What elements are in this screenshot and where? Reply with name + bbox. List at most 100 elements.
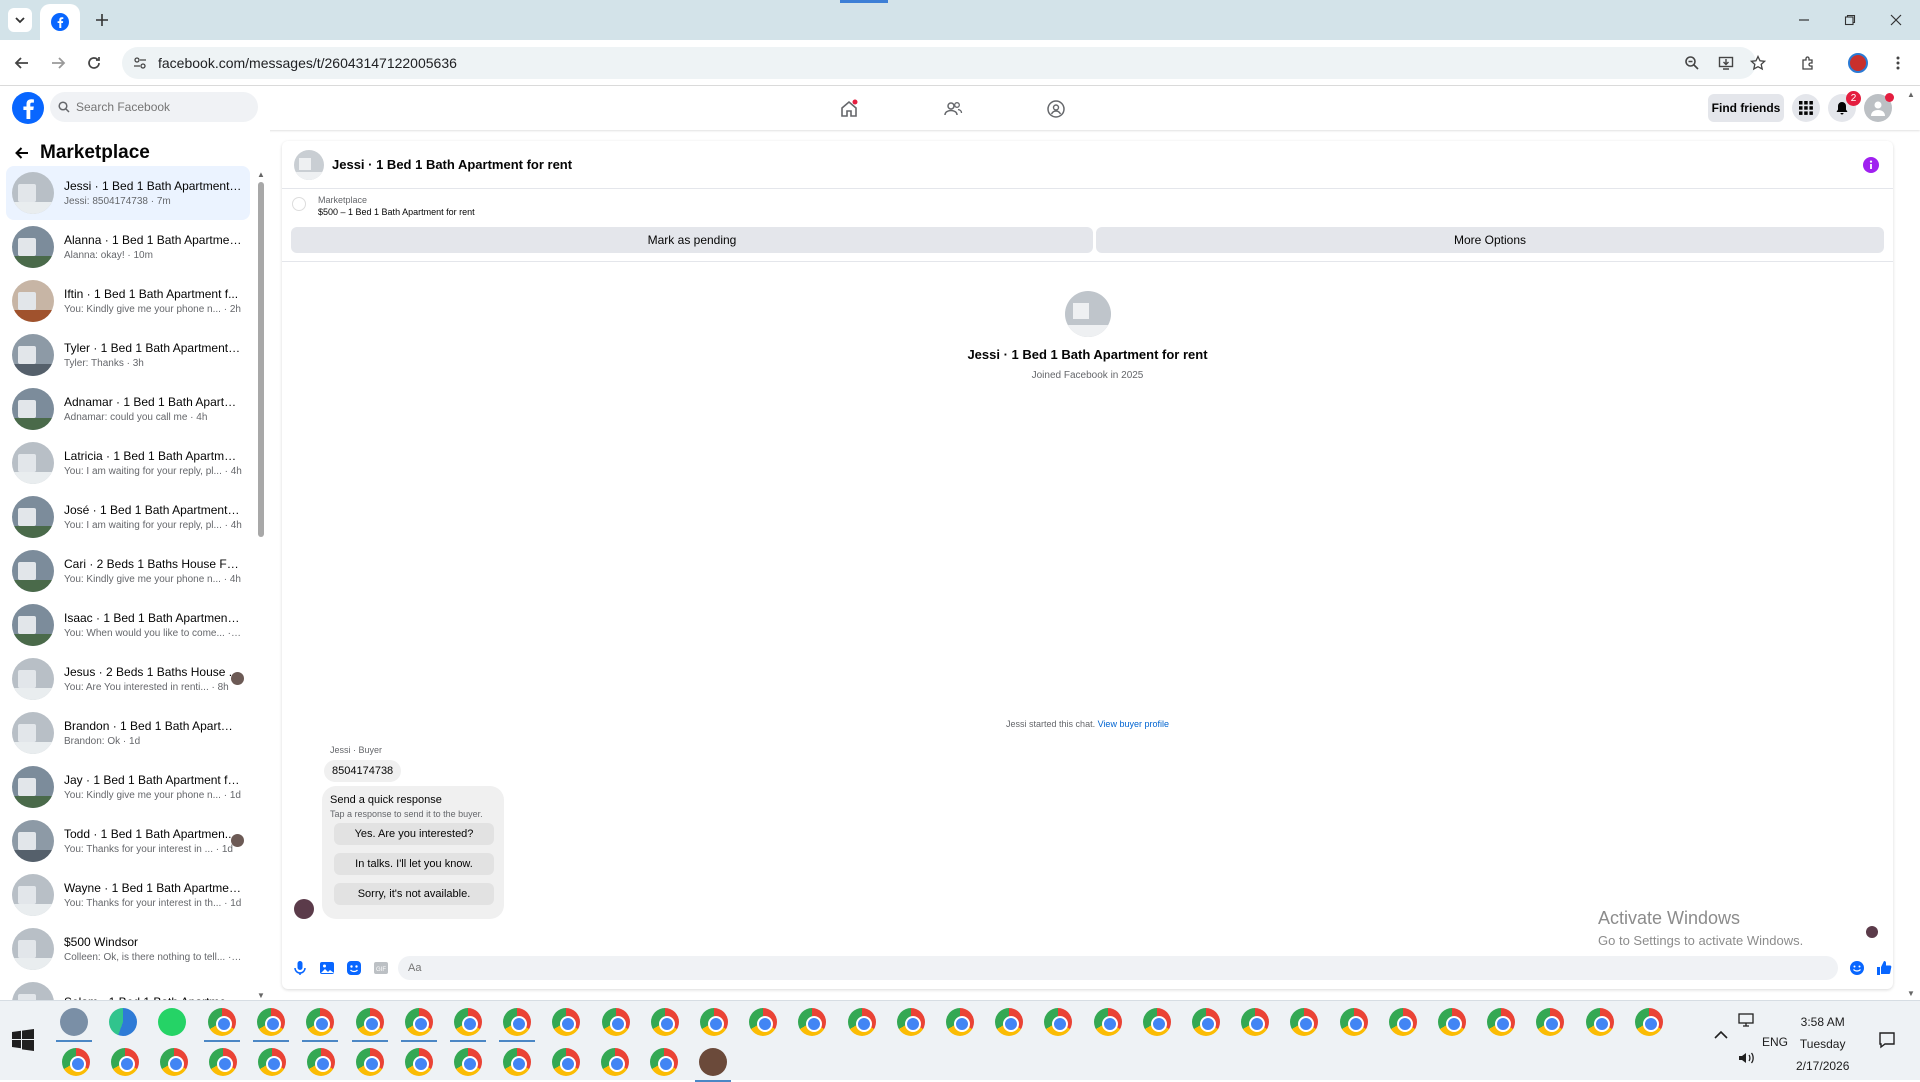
- close-window-button[interactable]: [1882, 6, 1910, 34]
- chrome-icon[interactable]: [503, 1048, 531, 1076]
- chrome-icon[interactable]: [946, 1008, 974, 1036]
- chrome-icon[interactable]: [62, 1048, 90, 1076]
- back-button[interactable]: [8, 49, 36, 77]
- chat-title[interactable]: Jessi · 1 Bed 1 Bath Apartment for rent: [332, 157, 572, 172]
- chrome-icon[interactable]: [1586, 1008, 1614, 1036]
- language-indicator[interactable]: ENG: [1762, 1035, 1788, 1049]
- conversation-item[interactable]: Jay · 1 Bed 1 Bath Apartment fo... You: K…: [6, 760, 250, 814]
- chrome-icon[interactable]: [356, 1048, 384, 1076]
- facebook-logo-icon[interactable]: [12, 92, 44, 124]
- windows-start-icon[interactable]: [12, 1029, 34, 1051]
- conversation-item[interactable]: Alanna · 1 Bed 1 Bath Apartmen... Alanna:…: [6, 220, 250, 274]
- url-text[interactable]: facebook.com/messages/t/2604314712200563…: [158, 55, 457, 71]
- conversation-item[interactable]: Latricia · 1 Bed 1 Bath Apartmen... You: …: [6, 436, 250, 490]
- menu-button[interactable]: [1792, 94, 1820, 122]
- app-avatar-icon[interactable]: [699, 1048, 727, 1076]
- chrome-icon[interactable]: [356, 1008, 384, 1036]
- quick-response-in-talks[interactable]: In talks. I'll let you know.: [334, 853, 494, 875]
- scroll-down-icon[interactable]: ▼: [257, 991, 265, 1000]
- chrome-icon[interactable]: [1192, 1008, 1220, 1036]
- conversation-item[interactable]: Wayne · 1 Bed 1 Bath Apartmen... You: Tha…: [6, 868, 250, 922]
- chrome-icon[interactable]: [897, 1008, 925, 1036]
- nav-home[interactable]: [834, 94, 864, 124]
- speaker-icon[interactable]: [1738, 1051, 1756, 1065]
- chrome-icon[interactable]: [651, 1008, 679, 1036]
- page-scrollbar[interactable]: ▲ ▼: [1905, 88, 1919, 1000]
- mark-pending-button[interactable]: Mark as pending: [291, 227, 1093, 253]
- chrome-icon[interactable]: [209, 1048, 237, 1076]
- thumbs-up-icon[interactable]: [1876, 960, 1892, 976]
- more-options-button[interactable]: More Options: [1096, 227, 1884, 253]
- sidebar-scrollbar[interactable]: ▲ ▼: [256, 170, 266, 1000]
- chrome-icon[interactable]: [1487, 1008, 1515, 1036]
- nav-groups[interactable]: [1041, 94, 1071, 124]
- tab-facebook[interactable]: [40, 4, 80, 40]
- conversation-item[interactable]: Isaac · 1 Bed 1 Bath Apartment f... You: …: [6, 598, 250, 652]
- chrome-icon[interactable]: [454, 1008, 482, 1036]
- chrome-icon[interactable]: [1044, 1008, 1072, 1036]
- extensions-icon[interactable]: [1796, 51, 1820, 75]
- chrome-icon[interactable]: [1635, 1008, 1663, 1036]
- chrome-icon[interactable]: [503, 1008, 531, 1036]
- chat-avatar[interactable]: [294, 149, 324, 180]
- forward-button[interactable]: [44, 49, 72, 77]
- conversation-item[interactable]: Iftin · 1 Bed 1 Bath Apartment f... You: …: [6, 274, 250, 328]
- nav-friends[interactable]: [938, 94, 968, 124]
- search-input[interactable]: [76, 100, 236, 114]
- chrome-icon[interactable]: [405, 1048, 433, 1076]
- chrome-icon[interactable]: [1389, 1008, 1417, 1036]
- restore-button[interactable]: [1836, 6, 1864, 34]
- chrome-icon[interactable]: [208, 1008, 236, 1036]
- profile-avatar-icon[interactable]: [1846, 51, 1870, 75]
- chrome-icon[interactable]: [602, 1008, 630, 1036]
- chrome-icon[interactable]: [257, 1008, 285, 1036]
- chrome-icon[interactable]: [552, 1008, 580, 1036]
- sticker-icon[interactable]: [346, 960, 362, 976]
- conversation-item[interactable]: Adnamar · 1 Bed 1 Bath Apartm... Adnamar:…: [6, 382, 250, 436]
- chrome-icon[interactable]: [1094, 1008, 1122, 1036]
- chrome-icon[interactable]: [405, 1008, 433, 1036]
- page-scroll-up-icon[interactable]: ▲: [1907, 90, 1915, 99]
- notifications-button[interactable]: 2: [1828, 91, 1861, 122]
- emoji-icon[interactable]: [1849, 960, 1865, 976]
- profile-avatar[interactable]: [1064, 291, 1111, 337]
- conversation-item[interactable]: Cari · 2 Beds 1 Baths House For ... You: …: [6, 544, 250, 598]
- chrome-icon[interactable]: [1143, 1008, 1171, 1036]
- reload-button[interactable]: [80, 49, 108, 77]
- notification-center-icon[interactable]: [1878, 1031, 1896, 1049]
- chrome-icon[interactable]: [995, 1008, 1023, 1036]
- search-box[interactable]: [50, 92, 258, 122]
- chrome-icon[interactable]: [552, 1048, 580, 1076]
- quick-response-yes[interactable]: Yes. Are you interested?: [334, 823, 494, 845]
- chrome-icon[interactable]: [1438, 1008, 1466, 1036]
- site-info-icon[interactable]: [128, 51, 152, 75]
- page-scroll-down-icon[interactable]: ▼: [1907, 989, 1915, 998]
- conversation-item[interactable]: $500 Windsor Colleen: Ok, is there nothin…: [6, 922, 250, 976]
- chevron-up-icon[interactable]: [1714, 1029, 1728, 1041]
- minimize-button[interactable]: [1790, 6, 1818, 34]
- app-generic-icon[interactable]: [60, 1008, 88, 1036]
- microphone-icon[interactable]: [292, 960, 308, 976]
- conversation-item[interactable]: Tyler · 1 Bed 1 Bath Apartment f... Tyler…: [6, 328, 250, 382]
- chrome-icon[interactable]: [1536, 1008, 1564, 1036]
- edge-browser-icon[interactable]: [109, 1008, 137, 1036]
- scroll-up-icon[interactable]: ▲: [257, 170, 265, 179]
- gif-icon[interactable]: GIF: [373, 960, 389, 976]
- whatsapp-icon[interactable]: [158, 1008, 186, 1036]
- chrome-icon[interactable]: [1340, 1008, 1368, 1036]
- message-bubble[interactable]: 8504174738: [324, 760, 402, 782]
- conversation-item[interactable]: José · 1 Bed 1 Bath Apartment f... You: I…: [6, 490, 250, 544]
- conversation-item[interactable]: Jesus · 2 Beds 1 Baths House ... You: Are…: [6, 652, 250, 706]
- message-input[interactable]: [398, 956, 1838, 980]
- chrome-icon[interactable]: [258, 1048, 286, 1076]
- view-buyer-profile-link[interactable]: View buyer profile: [1098, 719, 1169, 729]
- network-icon[interactable]: [1738, 1013, 1754, 1027]
- install-app-icon[interactable]: [1714, 51, 1738, 75]
- conversation-item[interactable]: Jessi · 1 Bed 1 Bath Apartment f... Jessi…: [6, 166, 250, 220]
- info-icon[interactable]: [1863, 157, 1879, 173]
- tab-search-button[interactable]: [8, 8, 32, 32]
- chrome-icon[interactable]: [749, 1008, 777, 1036]
- find-friends-button[interactable]: Find friends: [1708, 94, 1784, 122]
- system-clock[interactable]: 3:58 AM Tuesday 2/17/2026: [1796, 1011, 1849, 1077]
- chrome-icon[interactable]: [306, 1008, 334, 1036]
